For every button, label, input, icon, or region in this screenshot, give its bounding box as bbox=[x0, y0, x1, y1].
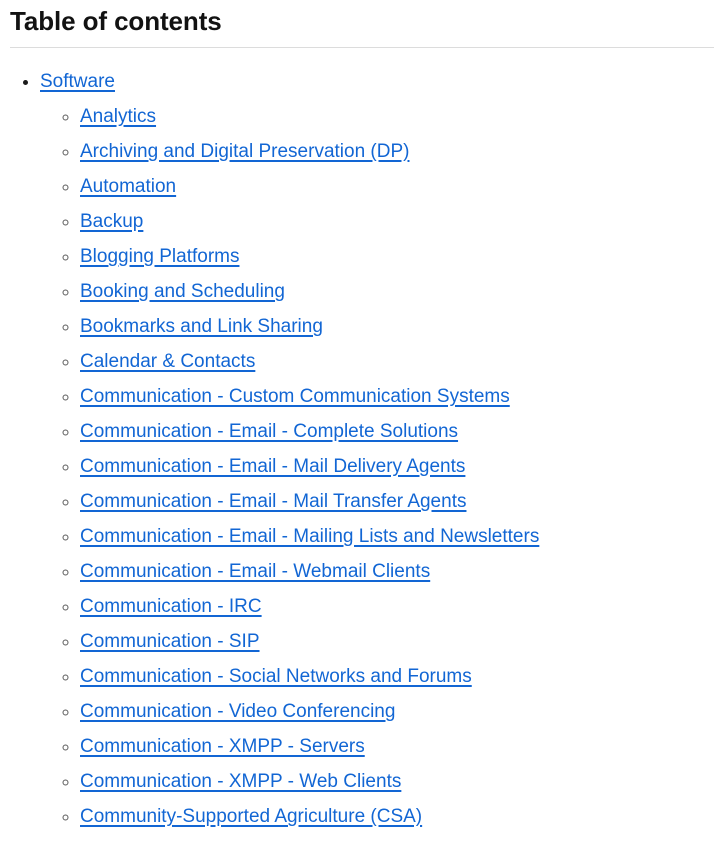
list-item: Community-Supported Agriculture (CSA) bbox=[80, 799, 720, 834]
toc-link[interactable]: Communication - Email - Mailing Lists an… bbox=[80, 526, 539, 547]
list-item: Communication - Email - Mail Delivery Ag… bbox=[80, 449, 720, 484]
list-item: Communication - Email - Mailing Lists an… bbox=[80, 519, 720, 554]
list-item: Booking and Scheduling bbox=[80, 274, 720, 309]
heading-divider bbox=[10, 47, 714, 48]
toc-link[interactable]: Backup bbox=[80, 211, 143, 232]
toc-link[interactable]: Communication - Email - Complete Solutio… bbox=[80, 421, 458, 442]
toc-top-level-item: Software Analytics Archiving and Digital … bbox=[40, 64, 720, 834]
list-item: Blogging Platforms bbox=[80, 239, 720, 274]
toc-link[interactable]: Communication - SIP bbox=[80, 631, 260, 652]
table-of-contents-page: Table of contents Software Analytics Arch… bbox=[0, 0, 720, 834]
toc-link[interactable]: Automation bbox=[80, 176, 176, 197]
toc-link[interactable]: Communication - Video Conferencing bbox=[80, 701, 395, 722]
toc-link[interactable]: Archiving and Digital Preservation (DP) bbox=[80, 141, 409, 162]
toc-link[interactable]: Communication - XMPP - Web Clients bbox=[80, 771, 401, 792]
toc-link[interactable]: Analytics bbox=[80, 106, 156, 127]
list-item: Calendar & Contacts bbox=[80, 344, 720, 379]
toc-link[interactable]: Booking and Scheduling bbox=[80, 281, 285, 302]
page-title: Table of contents bbox=[10, 6, 222, 36]
toc-link[interactable]: Communication - Email - Mail Delivery Ag… bbox=[80, 456, 465, 477]
list-item: Communication - Email - Complete Solutio… bbox=[80, 414, 720, 449]
list-item: Communication - XMPP - Servers bbox=[80, 729, 720, 764]
toc-link[interactable]: Communication - Custom Communication Sys… bbox=[80, 386, 510, 407]
list-item: Communication - Video Conferencing bbox=[80, 694, 720, 729]
list-item: Communication - Email - Webmail Clients bbox=[80, 554, 720, 589]
list-item: Backup bbox=[80, 204, 720, 239]
toc-link[interactable]: Blogging Platforms bbox=[80, 246, 239, 267]
toc-link[interactable]: Communication - XMPP - Servers bbox=[80, 736, 365, 757]
list-item: Communication - SIP bbox=[80, 624, 720, 659]
toc-link[interactable]: Community-Supported Agriculture (CSA) bbox=[80, 806, 422, 827]
list-item: Communication - Social Networks and Foru… bbox=[80, 659, 720, 694]
list-item: Analytics bbox=[80, 99, 720, 134]
toc-root-list: Software Analytics Archiving and Digital … bbox=[0, 64, 720, 834]
toc-link-software[interactable]: Software bbox=[40, 71, 115, 92]
list-item: Communication - Email - Mail Transfer Ag… bbox=[80, 484, 720, 519]
toc-link[interactable]: Communication - IRC bbox=[80, 596, 262, 617]
toc-link[interactable]: Bookmarks and Link Sharing bbox=[80, 316, 323, 337]
list-item: Archiving and Digital Preservation (DP) bbox=[80, 134, 720, 169]
toc-link[interactable]: Communication - Email - Mail Transfer Ag… bbox=[80, 491, 466, 512]
list-item: Automation bbox=[80, 169, 720, 204]
toc-link[interactable]: Calendar & Contacts bbox=[80, 351, 255, 372]
toc-link[interactable]: Communication - Social Networks and Foru… bbox=[80, 666, 472, 687]
list-item: Communication - XMPP - Web Clients bbox=[80, 764, 720, 799]
list-item: Bookmarks and Link Sharing bbox=[80, 309, 720, 344]
list-item: Communication - Custom Communication Sys… bbox=[80, 379, 720, 414]
toc-link[interactable]: Communication - Email - Webmail Clients bbox=[80, 561, 430, 582]
list-item: Communication - IRC bbox=[80, 589, 720, 624]
toc-sub-list: Analytics Archiving and Digital Preservat… bbox=[40, 99, 720, 834]
